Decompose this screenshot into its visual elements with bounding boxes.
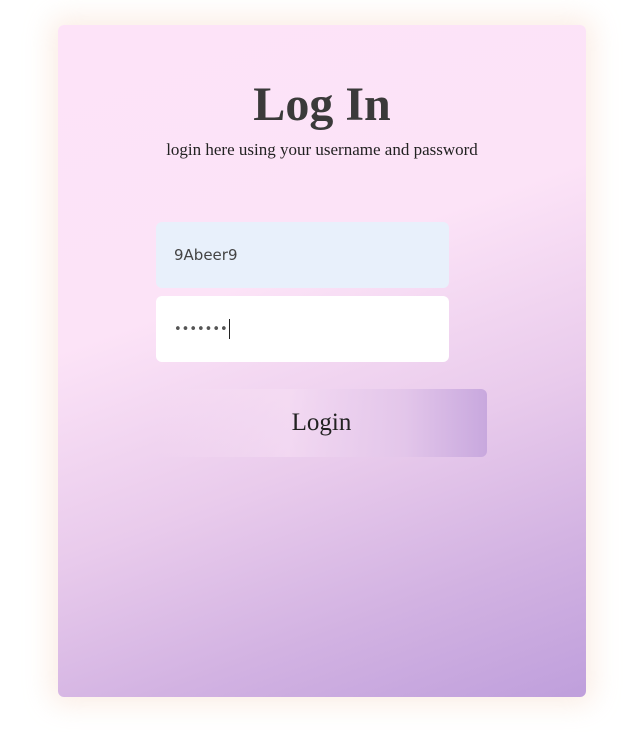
page: Log In login here using your username an…: [0, 0, 623, 732]
username-value: 9Abeer9: [174, 246, 238, 264]
login-button[interactable]: Login: [156, 389, 487, 457]
text-caret: [228, 319, 230, 339]
page-title: Log In: [253, 78, 391, 131]
login-card: Log In login here using your username an…: [58, 25, 586, 697]
password-masked-value: •••••••: [174, 321, 228, 337]
username-input[interactable]: 9Abeer9: [156, 222, 449, 288]
password-input[interactable]: •••••••: [156, 296, 449, 362]
login-subtitle: login here using your username and passw…: [166, 140, 478, 159]
login-button-label: Login: [291, 409, 352, 436]
